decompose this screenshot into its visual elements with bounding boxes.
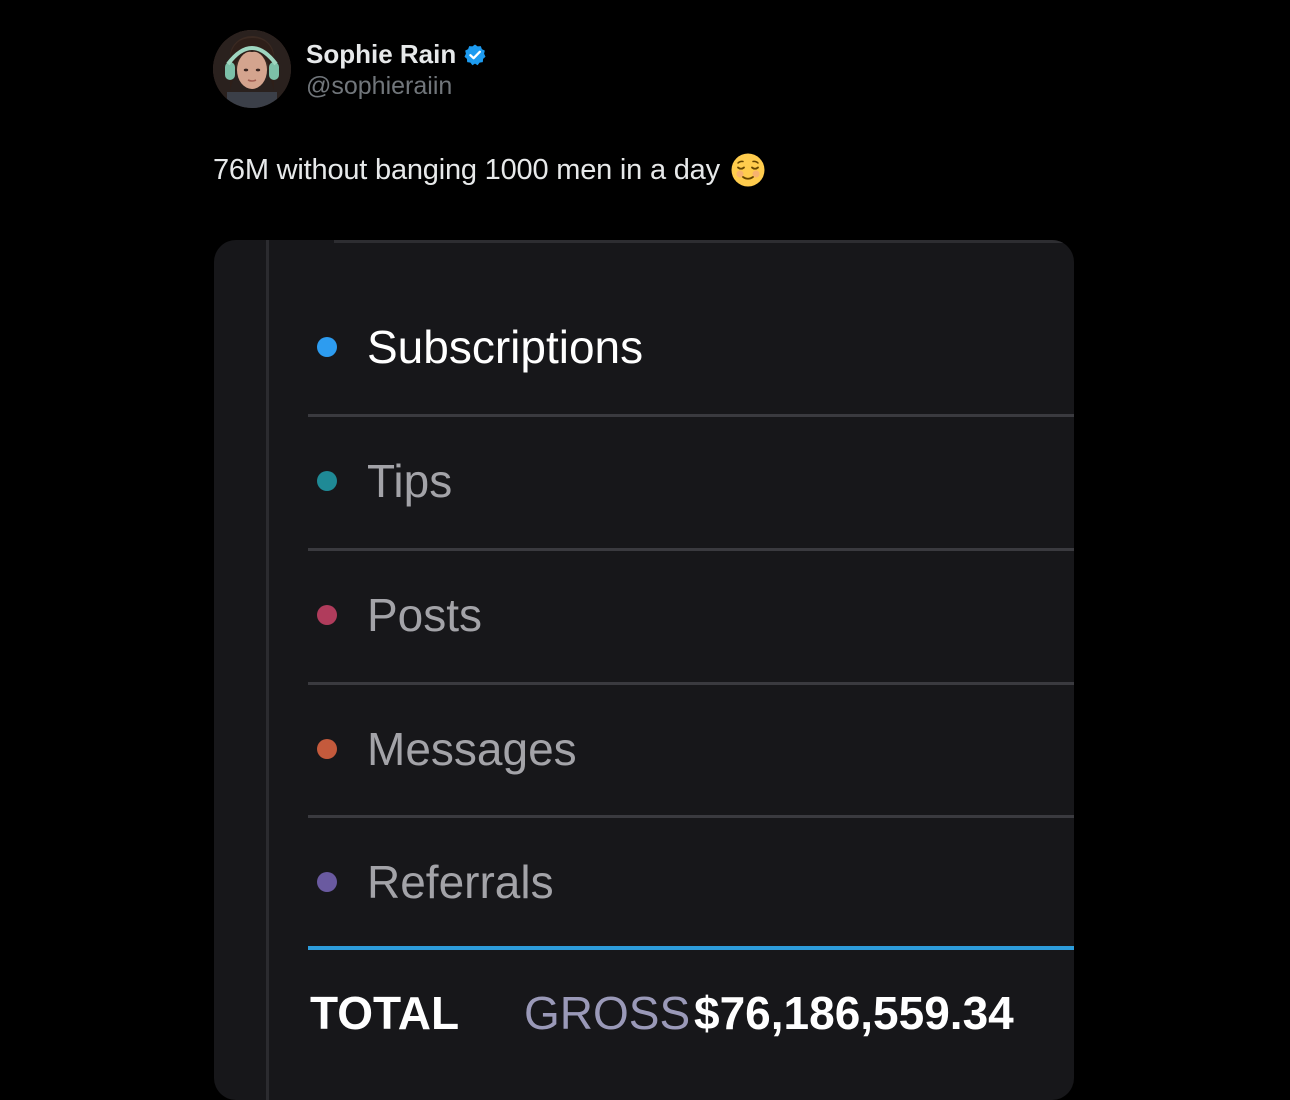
category-row-messages[interactable]: Messages — [308, 682, 1074, 816]
category-row-tips[interactable]: Tips — [308, 414, 1074, 548]
card-vertical-line — [266, 240, 269, 1100]
total-label: TOTAL — [310, 987, 460, 1039]
relieved-face-emoji-icon — [730, 152, 766, 188]
category-row-referrals[interactable]: Referrals — [308, 815, 1074, 949]
total-amount: $76,186,559.34 — [694, 987, 1014, 1039]
verified-badge-icon — [463, 43, 487, 67]
tweet-header: Sophie Rain @sophieraiin — [213, 30, 487, 108]
author-handle[interactable]: @sophieraiin — [306, 72, 487, 101]
referrals-dot-icon — [317, 872, 337, 892]
author-info: Sophie Rain @sophieraiin — [306, 38, 487, 101]
avatar-image — [213, 30, 291, 108]
tips-dot-icon — [317, 471, 337, 491]
category-label: Referrals — [367, 856, 554, 908]
category-label: Tips — [367, 455, 453, 507]
category-label: Subscriptions — [367, 321, 644, 373]
gross-label[interactable]: GROSS — [524, 986, 690, 1040]
posts-dot-icon — [317, 605, 337, 625]
category-label: Posts — [367, 589, 483, 641]
card-top-border — [334, 240, 1074, 243]
tweet-text-content: 76M without banging 1000 men in a day — [213, 153, 720, 186]
category-label: Messages — [367, 723, 577, 775]
messages-dot-icon — [317, 739, 337, 759]
avatar[interactable] — [213, 30, 291, 108]
category-row-posts[interactable]: Posts — [308, 548, 1074, 682]
category-row-subscriptions[interactable]: Subscriptions — [308, 280, 1074, 414]
subscriptions-dot-icon — [317, 337, 337, 357]
total-row: TOTAL GROSS $76,186,559.34 — [310, 980, 1074, 1050]
tweet-text: 76M without banging 1000 men in a day — [213, 152, 766, 188]
author-display-name[interactable]: Sophie Rain — [306, 39, 456, 70]
earnings-card[interactable]: Subscriptions Tips Posts Messages Referr… — [214, 240, 1074, 1100]
total-divider — [308, 946, 1074, 950]
